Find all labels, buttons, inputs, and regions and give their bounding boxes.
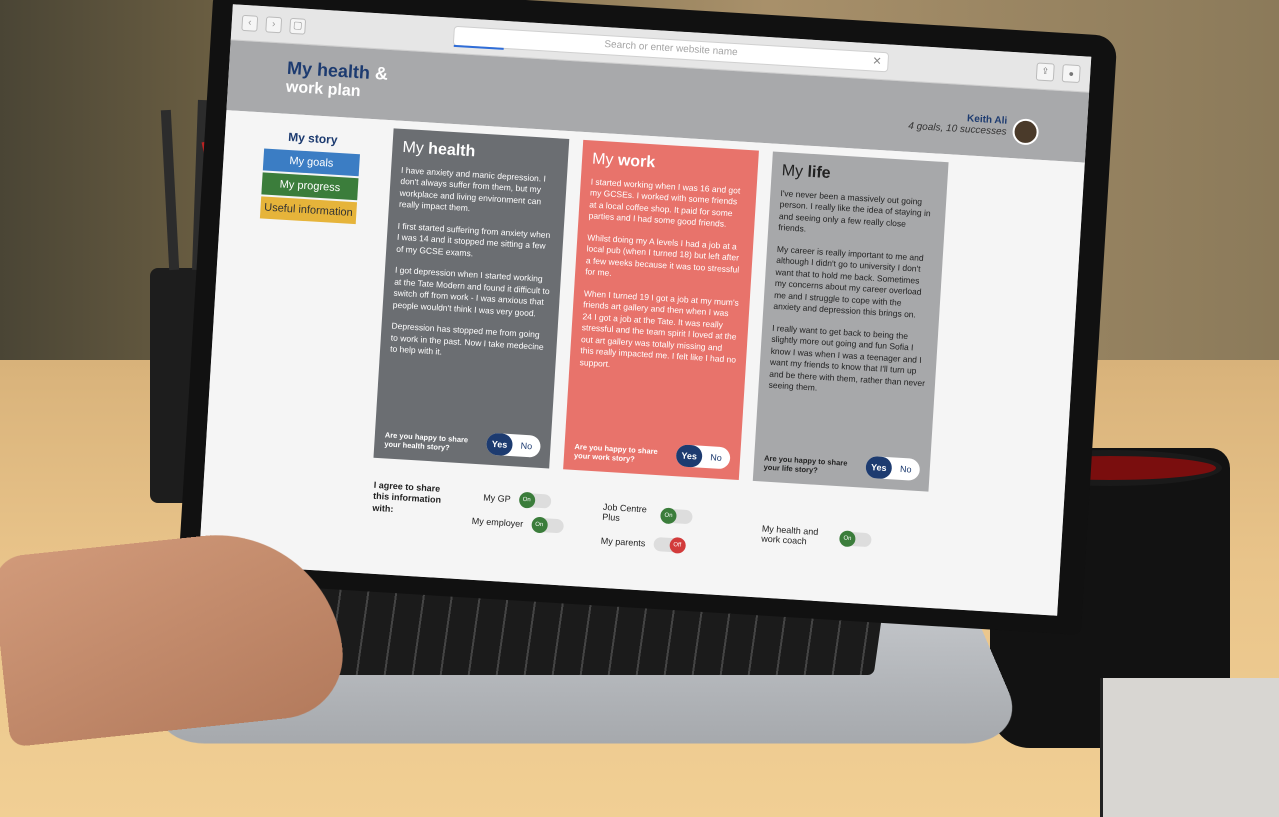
life-yes-option[interactable]: Yes — [865, 455, 893, 480]
toggle-label: My employer — [471, 515, 524, 529]
main-content: My story My goals My progress Useful inf… — [198, 110, 1085, 616]
work-title-word: work — [617, 152, 656, 172]
toggle-switch[interactable]: On — [838, 530, 872, 548]
toggle-switch[interactable]: On — [530, 516, 564, 534]
work-share-question: Are you happy to share your work story? — [573, 441, 659, 464]
life-paragraph: My career is really important to me and … — [773, 243, 924, 320]
life-share-question: Are you happy to share your life story? — [763, 453, 848, 475]
toggle-state: On — [660, 507, 677, 525]
health-title-prefix: My — [401, 138, 429, 158]
forward-button[interactable]: › — [265, 15, 283, 33]
life-card: My life I've never been a massively out … — [752, 151, 949, 492]
address-placeholder: Search or enter website name — [604, 39, 738, 59]
share-icon: ⇪ — [1041, 65, 1050, 77]
share-toggle-coach[interactable]: My health and work coach On — [761, 524, 872, 551]
page-load-progress — [453, 44, 504, 50]
health-card: My health I have anxiety and manic depre… — [373, 128, 570, 469]
downloads-button[interactable]: ● — [1061, 63, 1081, 83]
clear-icon[interactable]: ✕ — [872, 54, 882, 68]
back-button[interactable]: ‹ — [241, 14, 259, 32]
life-card-title: My life — [781, 162, 938, 189]
share-toggle-parents[interactable]: My parents Off — [600, 534, 686, 554]
sidebar-item-my-progress[interactable]: My progress — [261, 172, 359, 201]
life-title-prefix: My — [781, 162, 809, 181]
life-title-word: life — [806, 163, 832, 183]
toggle-state: On — [838, 530, 856, 548]
sidebar-nav: My story My goals My progress Useful inf… — [259, 128, 362, 226]
toggle-state: On — [530, 516, 548, 534]
sidebar-icon: ▢ — [292, 19, 303, 32]
toggle-label: My parents — [600, 535, 646, 549]
share-toggle-job-centre[interactable]: Job Centre Plus On — [602, 502, 693, 527]
work-card-title: My work — [592, 151, 749, 178]
story-cards: My health I have anxiety and manic depre… — [373, 128, 993, 504]
toggle-label: My health and work coach — [760, 523, 819, 547]
work-yes-option[interactable]: Yes — [675, 444, 703, 468]
health-paragraph: I first started suffering from anxiety w… — [395, 220, 551, 259]
work-no-option[interactable]: No — [702, 452, 731, 464]
toggle-label: My GP — [482, 492, 512, 505]
work-share-toggle[interactable]: Yes No — [675, 444, 731, 470]
health-paragraph: Depression has stopped me from going to … — [389, 320, 544, 357]
toggle-state: On — [518, 491, 536, 509]
toggle-switch[interactable]: On — [518, 491, 552, 509]
download-icon: ● — [1068, 67, 1075, 79]
share-button[interactable]: ⇪ — [1035, 61, 1055, 82]
health-paragraph: I got depression when I started working … — [392, 264, 550, 319]
work-card: My work I started working when I was 16 … — [563, 139, 759, 481]
logo-ampersand: & — [369, 62, 389, 84]
life-paragraph: I've never been a massively out going pe… — [777, 188, 931, 235]
sidebar-item-useful-information[interactable]: Useful information — [259, 196, 358, 225]
sidebar-item-my-goals[interactable]: My goals — [262, 148, 360, 177]
toggle-label: Job Centre Plus — [601, 501, 648, 523]
health-share-toggle[interactable]: Yes No — [485, 432, 542, 458]
chevron-right-icon: › — [271, 18, 276, 30]
health-share-question: Are you happy to share your health story… — [384, 430, 469, 453]
app-logo[interactable]: My health & work plan — [285, 58, 388, 103]
sharing-consent-label: I agree to share this information with: — [372, 479, 442, 514]
corner-inset-photo — [1100, 678, 1279, 817]
life-no-option[interactable]: No — [891, 463, 920, 475]
life-paragraph: I really want to get back to being the s… — [768, 322, 926, 393]
work-title-prefix: My — [591, 150, 619, 170]
sidebar-toggle-button[interactable]: ▢ — [289, 17, 307, 35]
toggle-switch[interactable]: Off — [652, 536, 686, 554]
chevron-left-icon: ‹ — [247, 17, 252, 29]
health-no-option[interactable]: No — [512, 440, 541, 452]
health-yes-option[interactable]: Yes — [485, 432, 514, 457]
toggle-state: Off — [668, 536, 686, 554]
sidebar-item-my-story[interactable]: My story — [265, 128, 362, 148]
work-paragraph: Whilst doing my A levels I had a job at … — [584, 232, 740, 279]
toggle-switch[interactable]: On — [660, 507, 693, 525]
work-paragraph: I started working when I was 16 and got … — [588, 176, 741, 230]
health-paragraph: I have anxiety and manic depression. I d… — [398, 164, 547, 214]
life-share-toggle[interactable]: Yes No — [865, 455, 921, 482]
photo-scene: ‹ › ▢ Search or enter website name ✕ ⇪ ●… — [0, 0, 1279, 817]
share-toggle-gp[interactable]: My GP On — [482, 490, 552, 509]
share-toggle-employer[interactable]: My employer On — [471, 514, 564, 534]
work-paragraph: When I turned 19 I got a job at my mum's… — [579, 287, 740, 369]
avatar[interactable] — [1011, 118, 1040, 146]
health-title-word: health — [427, 140, 476, 161]
health-card-title: My health — [402, 139, 559, 166]
laptop-screen: ‹ › ▢ Search or enter website name ✕ ⇪ ●… — [198, 4, 1092, 616]
user-summary[interactable]: Keith Ali 4 goals, 10 successes — [908, 110, 1008, 137]
